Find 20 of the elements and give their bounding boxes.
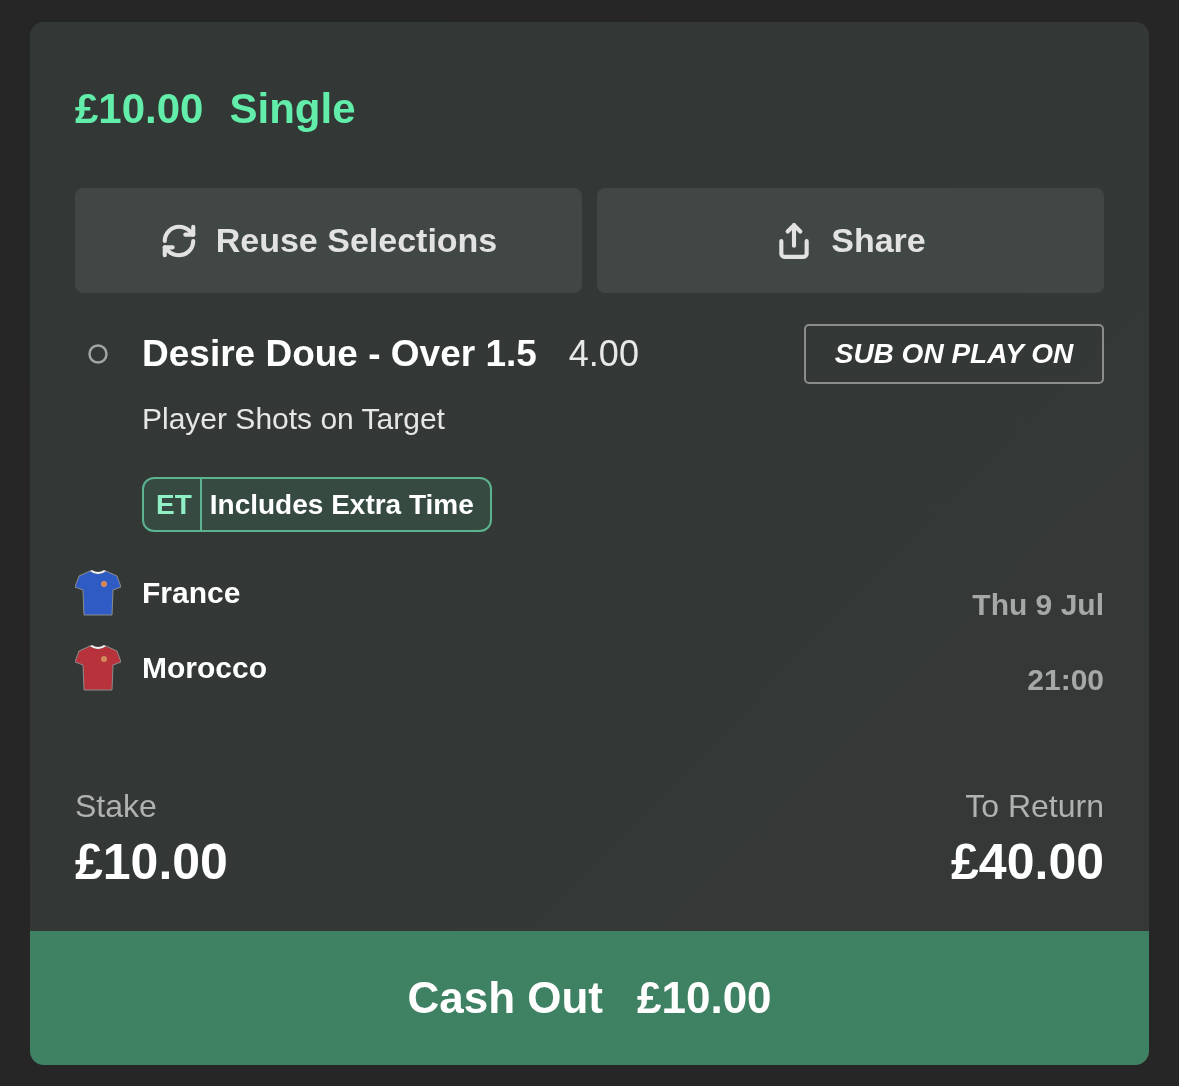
odds-value: 4.00 (568, 333, 639, 375)
return-value: £40.00 (951, 833, 1104, 891)
cash-out-button[interactable]: Cash Out £10.00 (30, 931, 1149, 1065)
promo-badge: SUB ON PLAY ON (804, 324, 1104, 384)
team-name: France (142, 576, 241, 610)
selection-title: Desire Doue - Over 1.5 (142, 333, 537, 375)
reuse-selections-button[interactable]: Reuse Selections (75, 188, 582, 293)
match-date: Thu 9 Jul (972, 587, 1104, 623)
team-name: Morocco (142, 651, 267, 685)
status-circle-icon (88, 344, 108, 364)
stake-amount: £10.00 (75, 84, 204, 134)
match-time: 21:00 (1027, 662, 1104, 698)
return-label: To Return (965, 787, 1104, 825)
badge-code: ET (144, 479, 202, 530)
market-name: Player Shots on Target (142, 401, 445, 437)
bet-type: Single (229, 84, 356, 134)
share-button[interactable]: Share (597, 188, 1104, 293)
badge-label: Includes Extra Time (208, 487, 475, 522)
stake-label: Stake (75, 787, 157, 825)
stake-value: £10.00 (75, 833, 228, 891)
